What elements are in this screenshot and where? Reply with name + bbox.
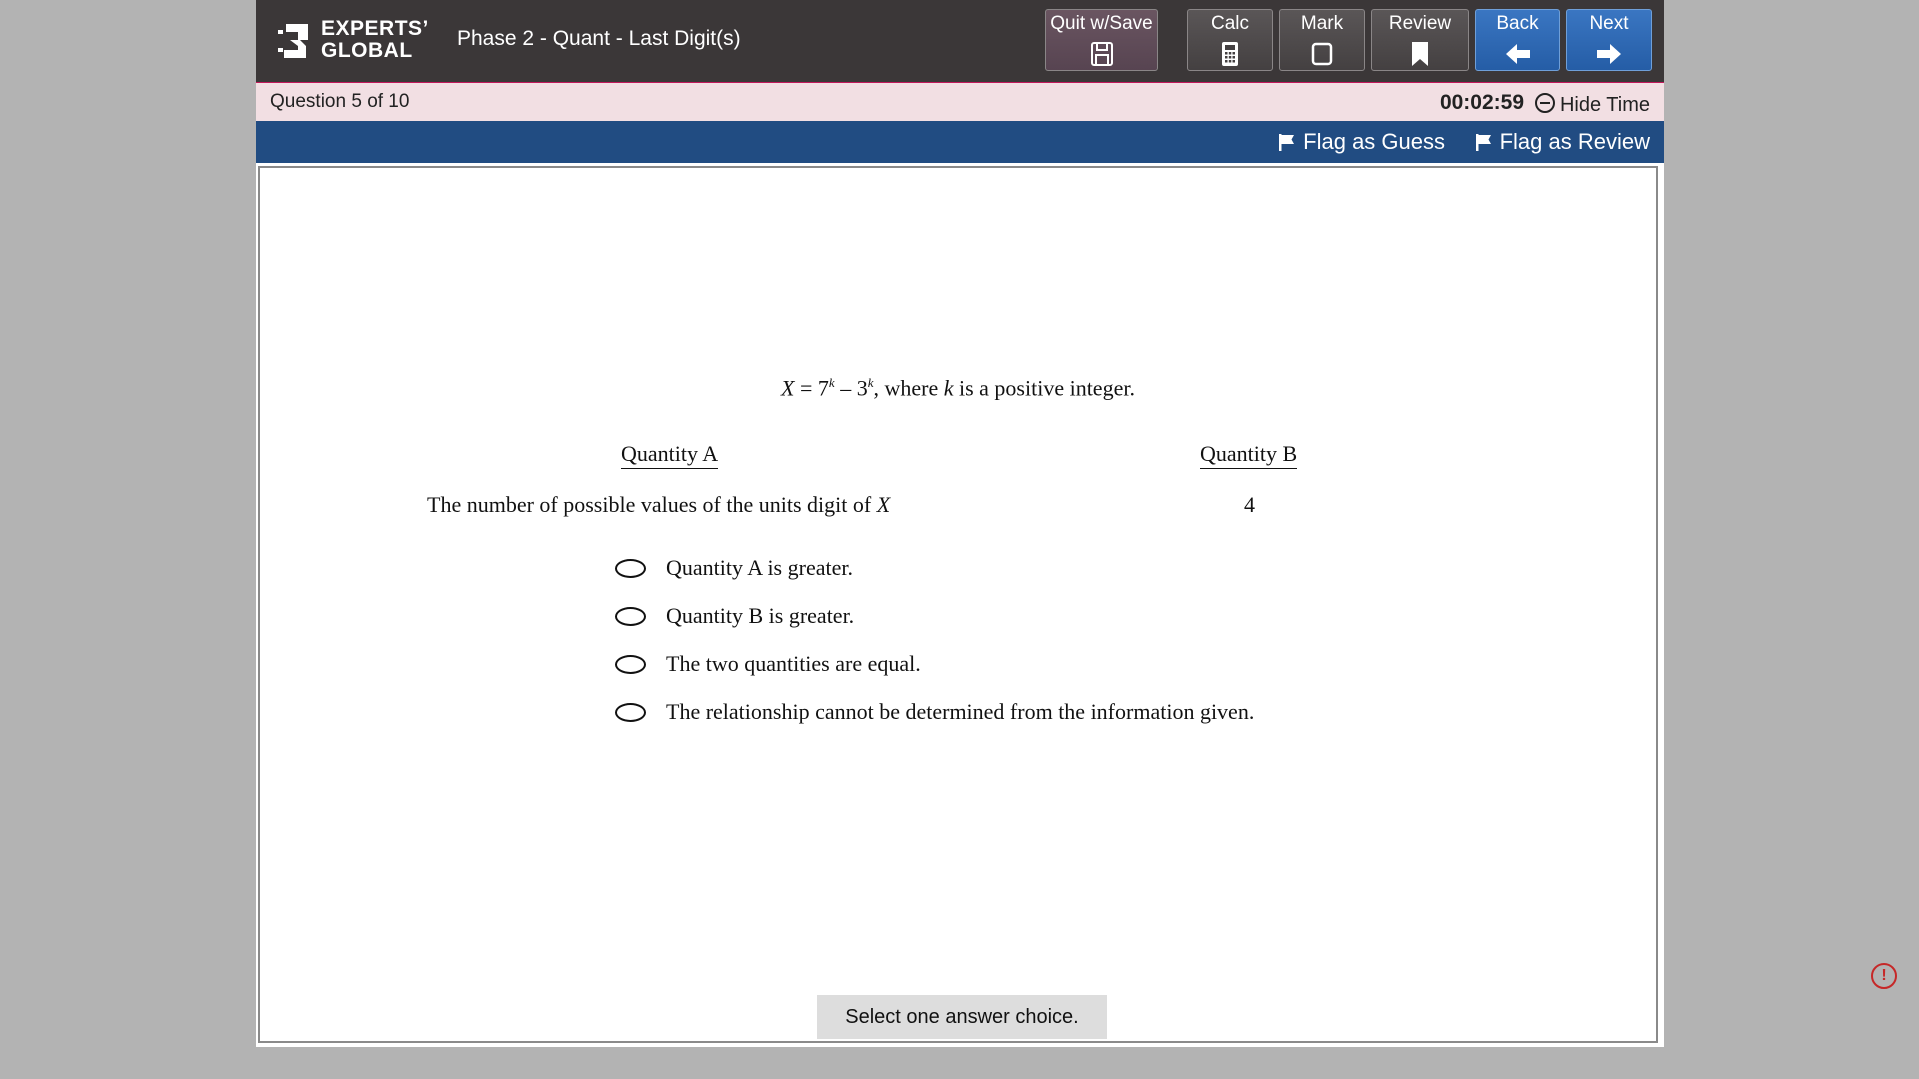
- quantity-a-var: X: [876, 492, 891, 517]
- quantity-a-header: Quantity A: [621, 441, 719, 469]
- question-total: of 10: [367, 91, 410, 112]
- quit-save-label: Quit w/Save: [1050, 13, 1153, 34]
- radio-button[interactable]: [615, 655, 646, 674]
- quit-save-button[interactable]: Quit w/Save: [1045, 9, 1158, 71]
- question-panel: X = 7k – 3k, where k is a positive integ…: [258, 166, 1658, 1043]
- next-label: Next: [1589, 13, 1629, 34]
- stem-mid: , where: [873, 375, 944, 401]
- top-bar: EXPERTS’ GLOBAL Phase 2 - Quant - Last D…: [256, 0, 1664, 83]
- brand-name: EXPERTS’ GLOBAL: [321, 18, 429, 62]
- flag-as-guess-button[interactable]: Flag as Guess: [1277, 129, 1445, 155]
- quantity-a-value: The number of possible values of the uni…: [427, 492, 890, 518]
- checkbox-icon: [1311, 42, 1333, 66]
- hide-time-button[interactable]: Hide Time: [1534, 91, 1650, 117]
- answer-choice-text: The two quantities are equal.: [666, 651, 921, 676]
- alert-icon[interactable]: !: [1871, 963, 1897, 989]
- brand-logo: EXPERTS’ GLOBAL: [278, 18, 428, 66]
- mark-button[interactable]: Mark: [1279, 9, 1365, 71]
- test-app: EXPERTS’ GLOBAL Phase 2 - Quant - Last D…: [256, 0, 1664, 1047]
- calculator-icon: [1222, 42, 1238, 66]
- radio-button[interactable]: [615, 703, 646, 722]
- next-button[interactable]: Next: [1566, 9, 1652, 71]
- radio-button[interactable]: [615, 607, 646, 626]
- calc-button[interactable]: Calc: [1187, 9, 1273, 71]
- quantity-a-text: The number of possible values of the uni…: [427, 492, 877, 517]
- question-label: Question: [270, 91, 347, 112]
- answer-choice-text: Quantity B is greater.: [666, 603, 855, 628]
- section-title: Phase 2 - Quant - Last Digit(s): [457, 27, 741, 50]
- minus-circle-icon: [1534, 93, 1555, 113]
- question-counter: Question 5 of 10: [270, 91, 409, 113]
- stem-eq: = 7: [794, 375, 829, 401]
- instruction-label: Select one answer choice.: [817, 995, 1107, 1039]
- stem-tail: is a positive integer.: [953, 375, 1135, 401]
- question-number: 5: [351, 91, 362, 112]
- brand-line-2: GLOBAL: [321, 39, 413, 62]
- status-bar: Question 5 of 10 00:02:59 Hide Time: [256, 83, 1664, 121]
- flag-as-guess-label: Flag as Guess: [1303, 129, 1445, 154]
- flag-icon: [1475, 134, 1491, 151]
- answer-choice-text: Quantity A is greater.: [666, 555, 853, 580]
- timer: 00:02:59: [1439, 91, 1524, 114]
- stem-minus: – 3: [834, 375, 868, 401]
- flag-as-review-label: Flag as Review: [1499, 129, 1650, 154]
- brand-line-1: EXPERTS’: [321, 17, 429, 40]
- review-button[interactable]: Review: [1371, 9, 1469, 71]
- hide-time-label: Hide Time: [1559, 94, 1650, 116]
- calc-label: Calc: [1210, 13, 1249, 34]
- floppy-disk-icon: [1090, 42, 1113, 66]
- review-label: Review: [1388, 13, 1452, 34]
- arrow-left-icon: [1505, 44, 1530, 64]
- quantity-b-header: Quantity B: [1200, 441, 1298, 469]
- quantity-b-value: 4: [1244, 492, 1255, 517]
- bookmark-icon: [1412, 42, 1428, 66]
- mark-label: Mark: [1300, 13, 1344, 34]
- back-button[interactable]: Back: [1475, 9, 1560, 71]
- flag-as-review-button[interactable]: Flag as Review: [1474, 129, 1650, 155]
- flag-icon: [1279, 134, 1295, 151]
- answer-choice-text: The relationship cannot be determined fr…: [666, 699, 1255, 724]
- back-label: Back: [1496, 13, 1539, 34]
- experts-global-logo-icon: [278, 24, 308, 58]
- arrow-right-icon: [1597, 44, 1621, 64]
- stem-var-x: X: [781, 375, 795, 401]
- flag-bar: Flag as Guess Flag as Review: [256, 121, 1664, 163]
- question-stem: X = 7k – 3k, where k is a positive integ…: [260, 375, 1656, 401]
- radio-button[interactable]: [615, 559, 646, 578]
